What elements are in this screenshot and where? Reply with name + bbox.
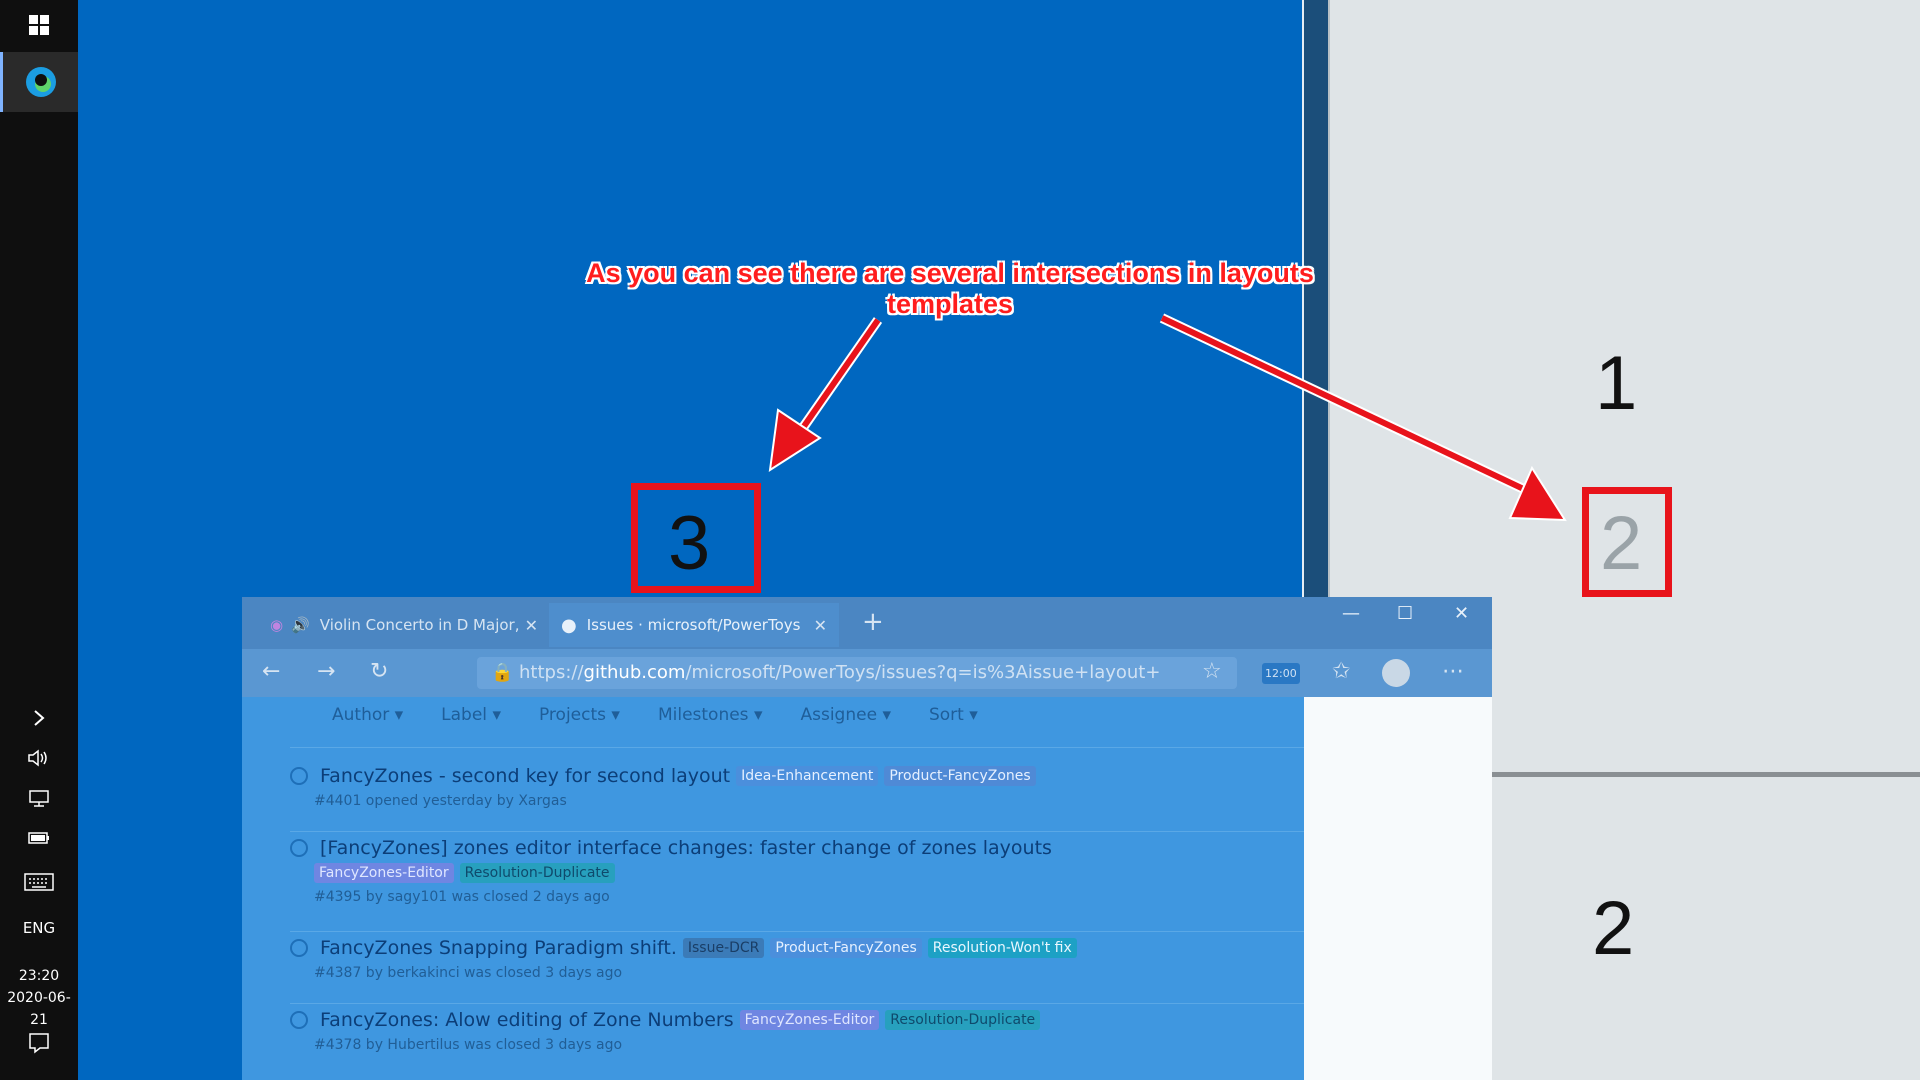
issue-label[interactable]: Product-FancyZones [770, 938, 922, 958]
address-bar-row: ← → ↻ 🔒 https://github.com/microsoft/Pow… [242, 649, 1492, 697]
tab-label: Violin Concerto in D Major, [319, 616, 520, 634]
issue-row: FancyZones: Alow editing of Zone Numbers… [290, 1009, 1390, 1053]
divider [290, 831, 1390, 832]
media-icon: ◉ [270, 616, 284, 634]
close-tab-icon[interactable]: ✕ [814, 616, 827, 635]
filter-milestones[interactable]: Milestones ▾ [658, 705, 763, 725]
refresh-icon[interactable]: ↻ [370, 659, 388, 684]
close-tab-icon[interactable]: ✕ [525, 616, 538, 635]
issue-label[interactable]: Resolution-Duplicate [885, 1010, 1041, 1030]
filter-author[interactable]: Author ▾ [332, 705, 403, 725]
issue-meta: #4378 by Hubertilus was closed 3 days ag… [314, 1037, 623, 1053]
issue-title[interactable]: [FancyZones] zones editor interface chan… [320, 837, 1052, 859]
closed-issue-icon [290, 1011, 308, 1029]
close-window-icon[interactable]: ✕ [1454, 603, 1469, 624]
issue-row: FancyZones Snapping Paradigm shift. Issu… [290, 937, 1390, 981]
issue-label[interactable]: Resolution-Duplicate [459, 863, 615, 883]
forward-arrow-icon[interactable]: → [317, 659, 335, 684]
github-icon: ● [561, 614, 577, 636]
issue-label[interactable]: FancyZones-Editor [314, 863, 454, 883]
audio-playing-icon: 🔊 [291, 616, 310, 634]
issue-title[interactable]: FancyZones: Alow editing of Zone Numbers [320, 1009, 734, 1031]
open-issue-icon [290, 767, 308, 785]
issue-meta: #4395 by sagy101 was closed 2 days ago [314, 889, 610, 905]
favorite-star-icon[interactable]: ☆ [1202, 659, 1222, 684]
issue-title[interactable]: FancyZones - second key for second layou… [320, 765, 730, 787]
url-scheme: https:// [519, 662, 584, 683]
issue-label[interactable]: Resolution-Won't fix [927, 938, 1077, 958]
lock-icon: 🔒 [491, 662, 514, 683]
divider [290, 747, 1390, 748]
address-bar[interactable]: 🔒 https://github.com/microsoft/PowerToys… [477, 657, 1237, 689]
arrow-to-zone-3 [768, 317, 883, 473]
tab-issues-powertoys[interactable]: ● Issues · microsoft/PowerToys ✕ [549, 603, 839, 647]
issue-row: [FancyZones] zones editor interface chan… [290, 837, 1390, 905]
issue-row: FancyZones - second key for second layou… [290, 765, 1390, 809]
closed-issue-icon [290, 939, 308, 957]
tab-label: Issues · microsoft/PowerToys [586, 616, 801, 634]
issue-label[interactable]: Product-FancyZones [884, 766, 1036, 786]
issue-label[interactable]: Issue-DCR [682, 938, 765, 958]
tab-strip: ◉ 🔊 Violin Concerto in D Major, ✕ ● Issu… [242, 597, 1492, 649]
issue-title[interactable]: FancyZones Snapping Paradigm shift. [320, 937, 677, 959]
annotation-text: As you can see there are several interse… [586, 258, 1314, 319]
page-right-margin [1304, 697, 1492, 1080]
collections-icon[interactable]: ✩ [1332, 659, 1350, 684]
more-options-icon[interactable]: ⋯ [1442, 659, 1464, 684]
issue-label[interactable]: Idea-Enhancement [736, 766, 879, 786]
issue-meta: #4401 opened yesterday by Xargas [314, 793, 567, 809]
arrow-to-zone-2 [1159, 313, 1567, 522]
profile-avatar[interactable] [1382, 659, 1410, 687]
back-arrow-icon[interactable]: ← [262, 659, 280, 684]
browser-window[interactable]: ◉ 🔊 Violin Concerto in D Major, ✕ ● Issu… [242, 597, 1492, 1080]
tab-violin-concerto[interactable]: ◉ 🔊 Violin Concerto in D Major, ✕ [260, 603, 550, 647]
maximize-icon[interactable]: ☐ [1397, 603, 1413, 624]
filter-assignee[interactable]: Assignee ▾ [800, 705, 891, 725]
url-domain: github.com [583, 662, 686, 683]
filter-projects[interactable]: Projects ▾ [539, 705, 620, 725]
divider [290, 931, 1390, 932]
issue-filters: Author ▾ Label ▾ Projects ▾ Milestones ▾… [332, 705, 1016, 725]
issue-label[interactable]: FancyZones-Editor [739, 1010, 880, 1030]
new-tab-icon[interactable]: + [862, 607, 884, 637]
filter-sort[interactable]: Sort ▾ [929, 705, 978, 725]
divider [290, 1003, 1390, 1004]
filter-label[interactable]: Label ▾ [441, 705, 501, 725]
clock-extension-badge[interactable]: 12:00 [1262, 663, 1300, 684]
issue-meta: #4387 by berkakinci was closed 3 days ag… [314, 965, 623, 981]
closed-issue-icon [290, 839, 308, 857]
minimize-icon[interactable]: — [1342, 603, 1360, 624]
url-path: /microsoft/PowerToys/issues?q=is%3Aissue… [685, 662, 1161, 683]
